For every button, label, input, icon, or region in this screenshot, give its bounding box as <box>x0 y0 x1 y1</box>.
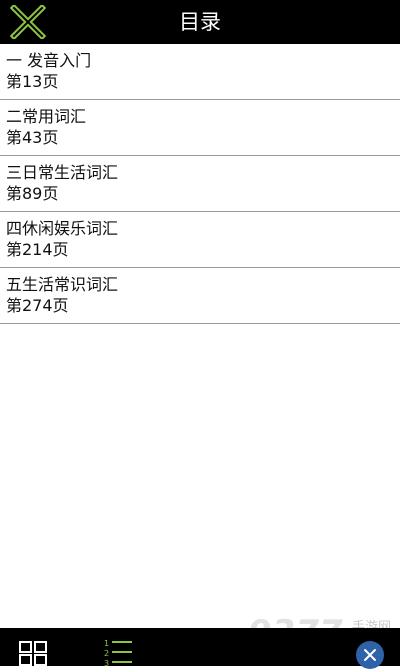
toc-item-title: 二常用词汇 <box>6 107 87 126</box>
toc-item[interactable]: 四休闲娱乐词汇 第214页 <box>0 212 400 268</box>
toc-item-page: 第43页 <box>6 128 59 147</box>
close-x-icon <box>10 5 46 39</box>
toc-item[interactable]: 二常用词汇 第43页 <box>0 100 400 156</box>
toc-list: 一 发音入门 第13页 二常用词汇 第43页 三日常生活词汇 第89页 四休闲娱… <box>0 44 400 324</box>
bottom-toolbar: 1 2 3 <box>0 628 400 668</box>
grid-view-button[interactable] <box>18 640 48 666</box>
grid-view-icon <box>19 641 47 666</box>
list-view-button[interactable]: 1 2 3 <box>100 637 136 668</box>
toc-item-title: 三日常生活词汇 <box>6 163 119 182</box>
toc-item-title: 一 发音入门 <box>6 51 92 70</box>
toc-item-page: 第89页 <box>6 184 59 203</box>
toc-item-page: 第274页 <box>6 296 69 315</box>
toc-item-title: 四休闲娱乐词汇 <box>6 219 119 238</box>
toc-item[interactable]: 三日常生活词汇 第89页 <box>0 156 400 212</box>
title-bar: 目录 <box>0 0 400 44</box>
toc-item-title: 五生活常识词汇 <box>6 275 119 294</box>
numbered-list-icon: 1 2 3 <box>104 639 132 668</box>
toc-item[interactable]: 一 发音入门 第13页 <box>0 44 400 100</box>
toc-item-page: 第13页 <box>6 72 59 91</box>
svg-text:1: 1 <box>104 639 109 648</box>
toc-item-page: 第214页 <box>6 240 69 259</box>
dismiss-button[interactable] <box>356 641 384 669</box>
close-button[interactable] <box>10 5 46 39</box>
svg-text:2: 2 <box>104 649 109 658</box>
close-icon <box>364 649 376 661</box>
page-title: 目录 <box>179 10 221 34</box>
svg-text:3: 3 <box>104 659 109 666</box>
toc-item[interactable]: 五生活常识词汇 第274页 <box>0 268 400 324</box>
